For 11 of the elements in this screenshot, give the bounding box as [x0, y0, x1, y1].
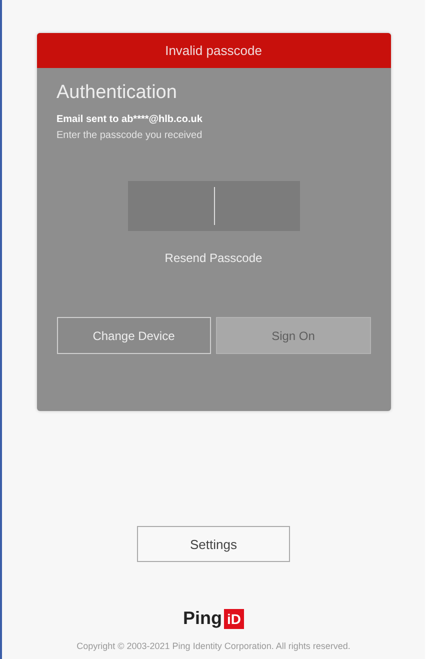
passcode-field[interactable] [128, 181, 300, 231]
copyright-text: Copyright © 2003-2021 Ping Identity Corporation. All rights reserved. [76, 641, 350, 651]
email-sent-text: Email sent to ab****@hlb.co.uk [56, 114, 204, 125]
card-title: Authentication [56, 82, 178, 104]
resend-passcode-link[interactable]: Resend Passcode [164, 251, 262, 265]
change-device-button[interactable]: Change Device [56, 317, 211, 354]
logo-badge: iD [224, 608, 244, 628]
instruction-text: Enter the passcode you received [56, 130, 204, 141]
error-banner: Invalid passcode [36, 33, 390, 68]
logo-text: Ping [183, 608, 222, 629]
settings-button[interactable]: Settings [137, 526, 290, 562]
